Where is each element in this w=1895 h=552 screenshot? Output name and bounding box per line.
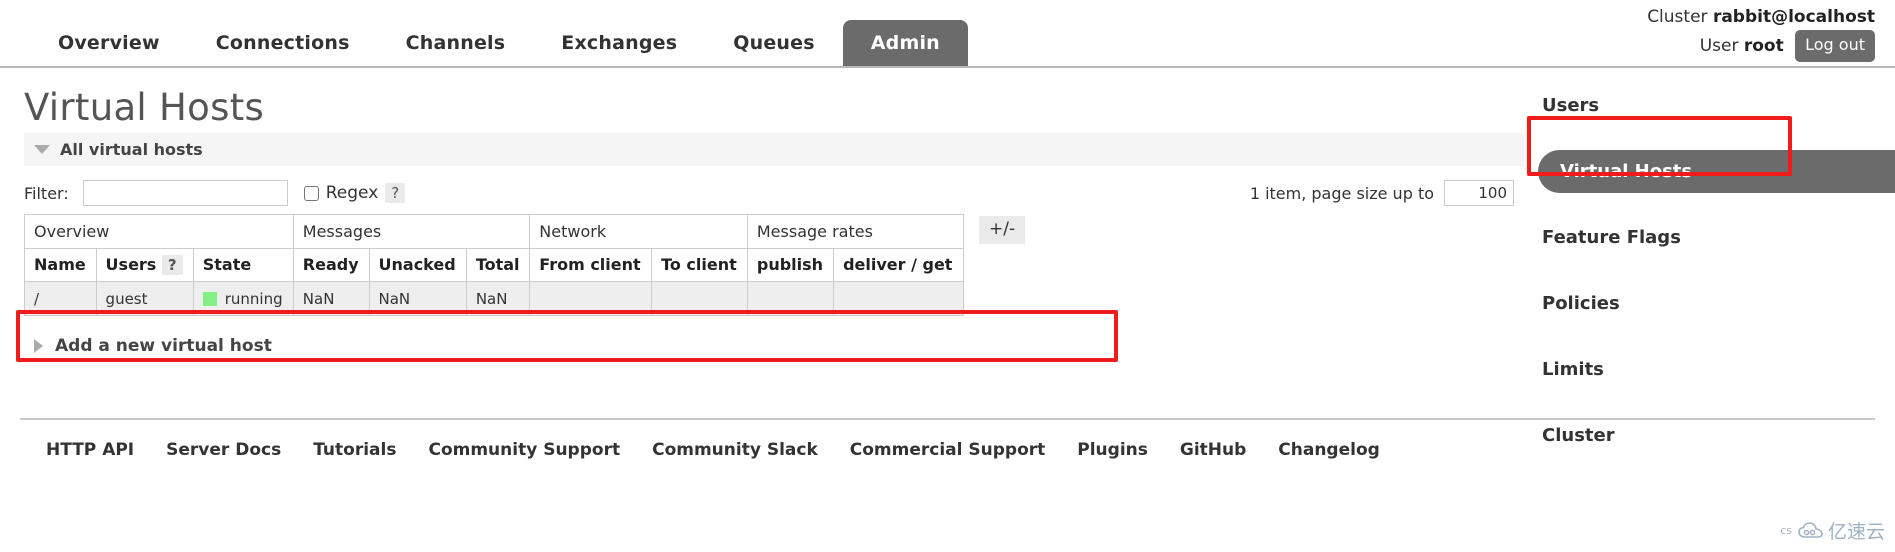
column-header-state[interactable]: State (192, 248, 294, 282)
virtual-hosts-table-wrap: Overview Messages Network Message rates … (24, 214, 1204, 316)
regex-toggle[interactable]: Regex ? (303, 183, 406, 203)
admin-sidebar: Users Virtual Hosts Feature Flags Polici… (1520, 84, 1895, 480)
cluster-name: rabbit@localhost (1712, 7, 1875, 27)
sidebar-item-policies[interactable]: Policies (1520, 282, 1895, 325)
column-header-total[interactable]: Total (465, 248, 531, 282)
regex-checkbox[interactable] (303, 185, 319, 201)
footer-links: HTTP API Server Docs Tutorials Community… (30, 440, 1396, 460)
footer-link-changelog[interactable]: Changelog (1262, 440, 1396, 460)
sidebar-item-virtual-hosts[interactable]: Virtual Hosts (1538, 150, 1895, 193)
header-identity: Cluster rabbit@localhost User root Log o… (1647, 4, 1875, 63)
cell-total: NaN (465, 281, 531, 316)
chevron-right-icon (34, 339, 43, 353)
filter-label: Filter: (24, 183, 69, 203)
column-header-deliver-get[interactable]: deliver / get (833, 248, 964, 282)
nav-tab-exchanges[interactable]: Exchanges (533, 20, 705, 68)
chevron-down-icon (34, 145, 50, 154)
rabbitmq-management-page: Overview Connections Channels Exchanges … (0, 0, 1895, 552)
watermark-small-text: cs (1780, 524, 1792, 537)
virtual-hosts-table: Overview Messages Network Message rates … (24, 214, 965, 316)
group-header-message-rates: Message rates (746, 214, 965, 249)
nav-tab-admin[interactable]: Admin (842, 20, 968, 68)
cell-deliver-get (833, 281, 964, 316)
column-header-ready[interactable]: Ready (292, 248, 370, 282)
page-size-control: 1 item, page size up to (1250, 180, 1514, 206)
watermark-brand: 亿速云 (1798, 517, 1885, 544)
state-label: running (224, 289, 283, 308)
footer-link-github[interactable]: GitHub (1164, 440, 1262, 460)
users-help-icon[interactable]: ? (161, 255, 183, 275)
table-group-header-row: Overview Messages Network Message rates (24, 214, 965, 249)
cell-name[interactable]: / (24, 281, 97, 316)
table-head: Overview Messages Network Message rates … (24, 214, 965, 282)
nav-tab-queues[interactable]: Queues (705, 20, 843, 68)
footer-link-plugins[interactable]: Plugins (1061, 440, 1164, 460)
cell-publish (746, 281, 835, 316)
sidebar-item-feature-flags[interactable]: Feature Flags (1520, 216, 1895, 259)
nav-tab-connections[interactable]: Connections (188, 20, 378, 68)
nav-divider (0, 66, 1895, 68)
state-indicator: running (202, 289, 284, 308)
group-header-messages: Messages (292, 214, 531, 249)
cell-unacked: NaN (368, 281, 467, 316)
regex-help-icon[interactable]: ? (385, 183, 406, 203)
page-size-input[interactable] (1444, 180, 1514, 206)
item-count-label: 1 item, page size up to (1249, 183, 1434, 203)
column-header-unacked[interactable]: Unacked (368, 248, 467, 282)
column-header-users-label: Users (105, 255, 157, 274)
footer-link-community-support[interactable]: Community Support (412, 440, 636, 460)
sidebar-item-limits[interactable]: Limits (1520, 348, 1895, 391)
all-virtual-hosts-section-header[interactable]: All virtual hosts (24, 133, 1524, 166)
cluster-prefix-label: Cluster (1647, 7, 1708, 27)
footer-link-commercial-support[interactable]: Commercial Support (834, 440, 1062, 460)
footer-divider (20, 418, 1875, 420)
table-row[interactable]: / guest running NaN NaN NaN (24, 281, 964, 316)
watermark-brand-text: 亿速云 (1827, 521, 1885, 543)
watermark: cs 亿速云 (1780, 517, 1885, 544)
group-header-network: Network (529, 214, 748, 249)
footer-link-http-api[interactable]: HTTP API (30, 440, 150, 460)
cluster-info: Cluster rabbit@localhost (1647, 4, 1875, 30)
add-new-virtual-host-label: Add a new virtual host (55, 336, 272, 356)
user-info: User root Log out (1647, 30, 1875, 63)
footer-link-server-docs[interactable]: Server Docs (150, 440, 297, 460)
filter-row: Filter: Regex ? 1 item, page size up to (24, 180, 1514, 206)
status-running-icon (202, 291, 217, 306)
group-header-overview: Overview (24, 214, 294, 249)
cell-from-client (529, 281, 653, 316)
column-header-name[interactable]: Name (24, 248, 97, 282)
logout-button[interactable]: Log out (1795, 30, 1875, 63)
nav-tab-overview[interactable]: Overview (30, 20, 188, 68)
column-header-publish[interactable]: publish (746, 248, 835, 282)
footer-link-community-slack[interactable]: Community Slack (636, 440, 834, 460)
main-navigation: Overview Connections Channels Exchanges … (0, 20, 968, 68)
column-header-users[interactable]: Users ? (95, 248, 194, 282)
filter-input[interactable] (82, 180, 288, 206)
cell-ready: NaN (292, 281, 370, 316)
user-name: root (1743, 36, 1784, 57)
cloud-icon (1798, 521, 1823, 538)
column-toggle-button[interactable]: +/- (979, 216, 1026, 244)
user-prefix-label: User (1699, 36, 1739, 57)
regex-label: Regex (325, 183, 379, 203)
sidebar-item-cluster[interactable]: Cluster (1520, 414, 1895, 457)
section-header-label: All virtual hosts (60, 140, 203, 159)
cell-to-client (651, 281, 748, 316)
column-header-from-client[interactable]: From client (529, 248, 653, 282)
column-header-to-client[interactable]: To client (651, 248, 748, 282)
table-column-header-row: Name Users ? State Ready Unacked Total F… (24, 248, 964, 282)
cell-users: guest (95, 281, 194, 316)
cell-state: running (192, 281, 294, 316)
footer-link-tutorials[interactable]: Tutorials (297, 440, 412, 460)
sidebar-item-users[interactable]: Users (1520, 84, 1895, 127)
table-body: / guest running NaN NaN NaN (24, 281, 964, 316)
top-bar: Overview Connections Channels Exchanges … (0, 0, 1895, 68)
nav-tab-channels[interactable]: Channels (378, 20, 534, 68)
